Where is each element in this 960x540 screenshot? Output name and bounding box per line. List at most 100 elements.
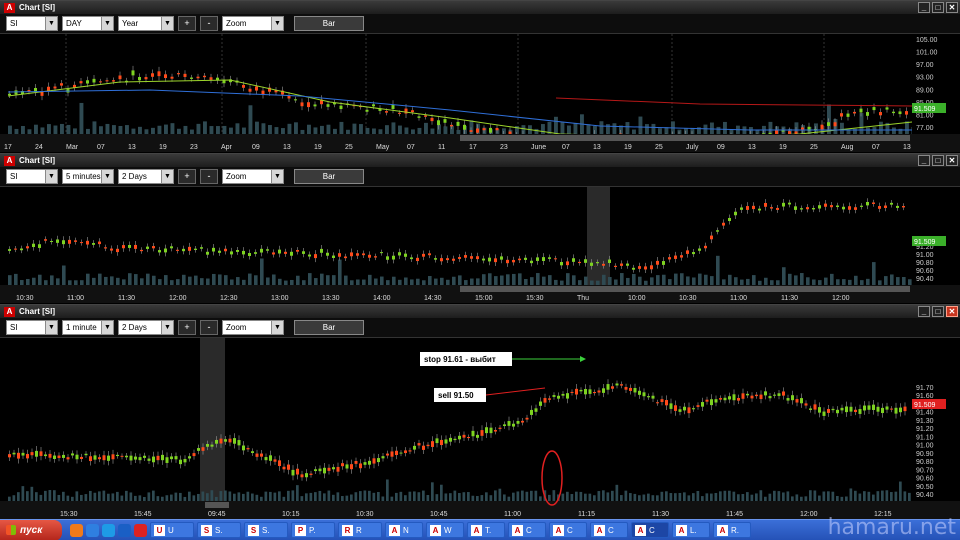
symbol-select[interactable]: SI ▼ [6, 16, 58, 31]
zoom-select[interactable]: Zoom ▼ [222, 320, 284, 335]
ie-icon[interactable] [102, 523, 115, 537]
maximize-button[interactable]: □ [932, 2, 944, 13]
range-select[interactable]: 2 Days ▼ [118, 169, 174, 184]
close-button[interactable]: ✕ [946, 306, 958, 317]
taskbar-item[interactable]: AC [631, 522, 669, 538]
chart-style-button[interactable]: Bar [294, 16, 364, 31]
range-select[interactable]: Year ▼ [118, 16, 174, 31]
taskbar-item[interactable]: AN [385, 522, 423, 538]
candle [57, 455, 61, 459]
zoom-out-button[interactable]: - [200, 320, 218, 335]
volume-bar [548, 275, 552, 285]
volume-bar [66, 124, 71, 134]
chart-canvas[interactable]: 91.7091.2091.0090.8090.6090.4091.50910:3… [0, 187, 960, 303]
firefox-icon[interactable] [70, 523, 83, 537]
volume-bar [668, 279, 672, 285]
volume-bar [260, 496, 263, 501]
scrollbar-thumb[interactable] [205, 502, 229, 508]
chart-style-button[interactable]: Bar [294, 320, 364, 335]
x-tick-label: 10:00 [628, 295, 646, 302]
taskbar-item[interactable]: A R. [713, 522, 751, 538]
chart-style-button[interactable]: Bar [294, 169, 364, 184]
candle [129, 455, 133, 461]
zoom-in-button[interactable]: + [178, 169, 196, 184]
interval-select[interactable]: 5 minutes ▼ [62, 169, 114, 184]
candle [813, 404, 817, 410]
minimize-button[interactable]: _ [918, 155, 930, 166]
app-icon: S [201, 524, 212, 536]
candle [885, 406, 889, 410]
taskbar-item[interactable]: RR [338, 522, 382, 538]
candle [30, 452, 34, 456]
taskbar-item[interactable]: AC [549, 522, 587, 538]
volume-bar [290, 279, 294, 285]
candle [200, 247, 203, 249]
taskbar-item[interactable]: AW [426, 522, 464, 538]
close-button[interactable]: ✕ [946, 2, 958, 13]
zoom-in-button[interactable]: + [178, 16, 196, 31]
volume-bar [722, 279, 726, 285]
candle [866, 112, 869, 116]
taskbar-item[interactable]: AC [508, 522, 546, 538]
taskbar-item[interactable]: A L. [672, 522, 710, 538]
x-tick-label: 10:30 [356, 511, 374, 518]
scrollbar-thumb[interactable] [460, 135, 910, 141]
taskbar-item[interactable]: UU [150, 522, 194, 538]
start-button[interactable]: пуск [0, 519, 62, 540]
price-chart[interactable]: 105.00101.0097.0093.0089.0085.0081.0077.… [0, 34, 960, 152]
candle [92, 78, 96, 83]
maximize-button[interactable]: □ [932, 155, 944, 166]
opera-icon[interactable] [134, 523, 147, 537]
browser-icon[interactable] [86, 523, 99, 537]
price-chart[interactable]: 91.7091.2091.0090.8090.6090.4091.50910:3… [0, 187, 960, 303]
chart-canvas[interactable]: 91.7091.6091.5091.4091.3091.2091.1091.00… [0, 338, 960, 519]
scrollbar-thumb[interactable] [460, 286, 910, 292]
candle [696, 405, 700, 407]
symbol-value: SI [10, 172, 18, 181]
candle [291, 469, 295, 476]
skype-icon[interactable] [118, 523, 131, 537]
taskbar-item[interactable]: A T. [467, 522, 505, 538]
volume-bar [422, 490, 425, 501]
taskbar-item[interactable]: S S. [197, 522, 241, 538]
zoom-select[interactable]: Zoom ▼ [222, 169, 284, 184]
candle [800, 208, 803, 210]
interval-select[interactable]: DAY ▼ [62, 16, 114, 31]
symbol-select[interactable]: SI ▼ [6, 169, 58, 184]
candle [272, 252, 275, 255]
window-titlebar[interactable]: A Chart [SI] _ □ ✕ [0, 154, 960, 167]
range-select[interactable]: 2 Days ▼ [118, 320, 174, 335]
maximize-button[interactable]: □ [932, 306, 944, 317]
volume-bar [332, 275, 336, 285]
symbol-select[interactable]: SI ▼ [6, 320, 58, 335]
volume-bar [27, 129, 32, 134]
chart-canvas[interactable]: 105.00101.0097.0093.0089.0085.0081.0077.… [0, 34, 960, 152]
interval-select[interactable]: 1 minute ▼ [62, 320, 114, 335]
volume-bar [614, 279, 618, 285]
candle [732, 394, 736, 401]
candle [380, 252, 383, 254]
candle [566, 393, 569, 399]
zoom-out-button[interactable]: - [200, 169, 218, 184]
taskbar-item[interactable]: P P. [291, 522, 335, 538]
minimize-button[interactable]: _ [918, 2, 930, 13]
candle [710, 235, 713, 240]
volume-bar [521, 125, 526, 134]
candle [17, 452, 20, 459]
zoom-select[interactable]: Zoom ▼ [222, 16, 284, 31]
zoom-in-button[interactable]: + [178, 320, 196, 335]
price-chart[interactable]: 91.7091.6091.5091.4091.3091.2091.1091.00… [0, 338, 960, 519]
taskbar-item[interactable]: AC [590, 522, 628, 538]
candle [849, 406, 853, 412]
close-button[interactable]: ✕ [946, 155, 958, 166]
volume-bar [881, 490, 884, 501]
candle [737, 397, 740, 401]
window-titlebar[interactable]: A Chart [SI] _ □ ✕ [0, 305, 960, 318]
x-tick-label: 25 [345, 144, 353, 151]
candle [615, 383, 619, 386]
taskbar-item[interactable]: S S. [244, 522, 288, 538]
zoom-out-button[interactable]: - [200, 16, 218, 31]
window-titlebar[interactable]: A Chart [SI] _ □ ✕ [0, 1, 960, 14]
taskbar-item-label: T. [485, 525, 492, 535]
minimize-button[interactable]: _ [918, 306, 930, 317]
